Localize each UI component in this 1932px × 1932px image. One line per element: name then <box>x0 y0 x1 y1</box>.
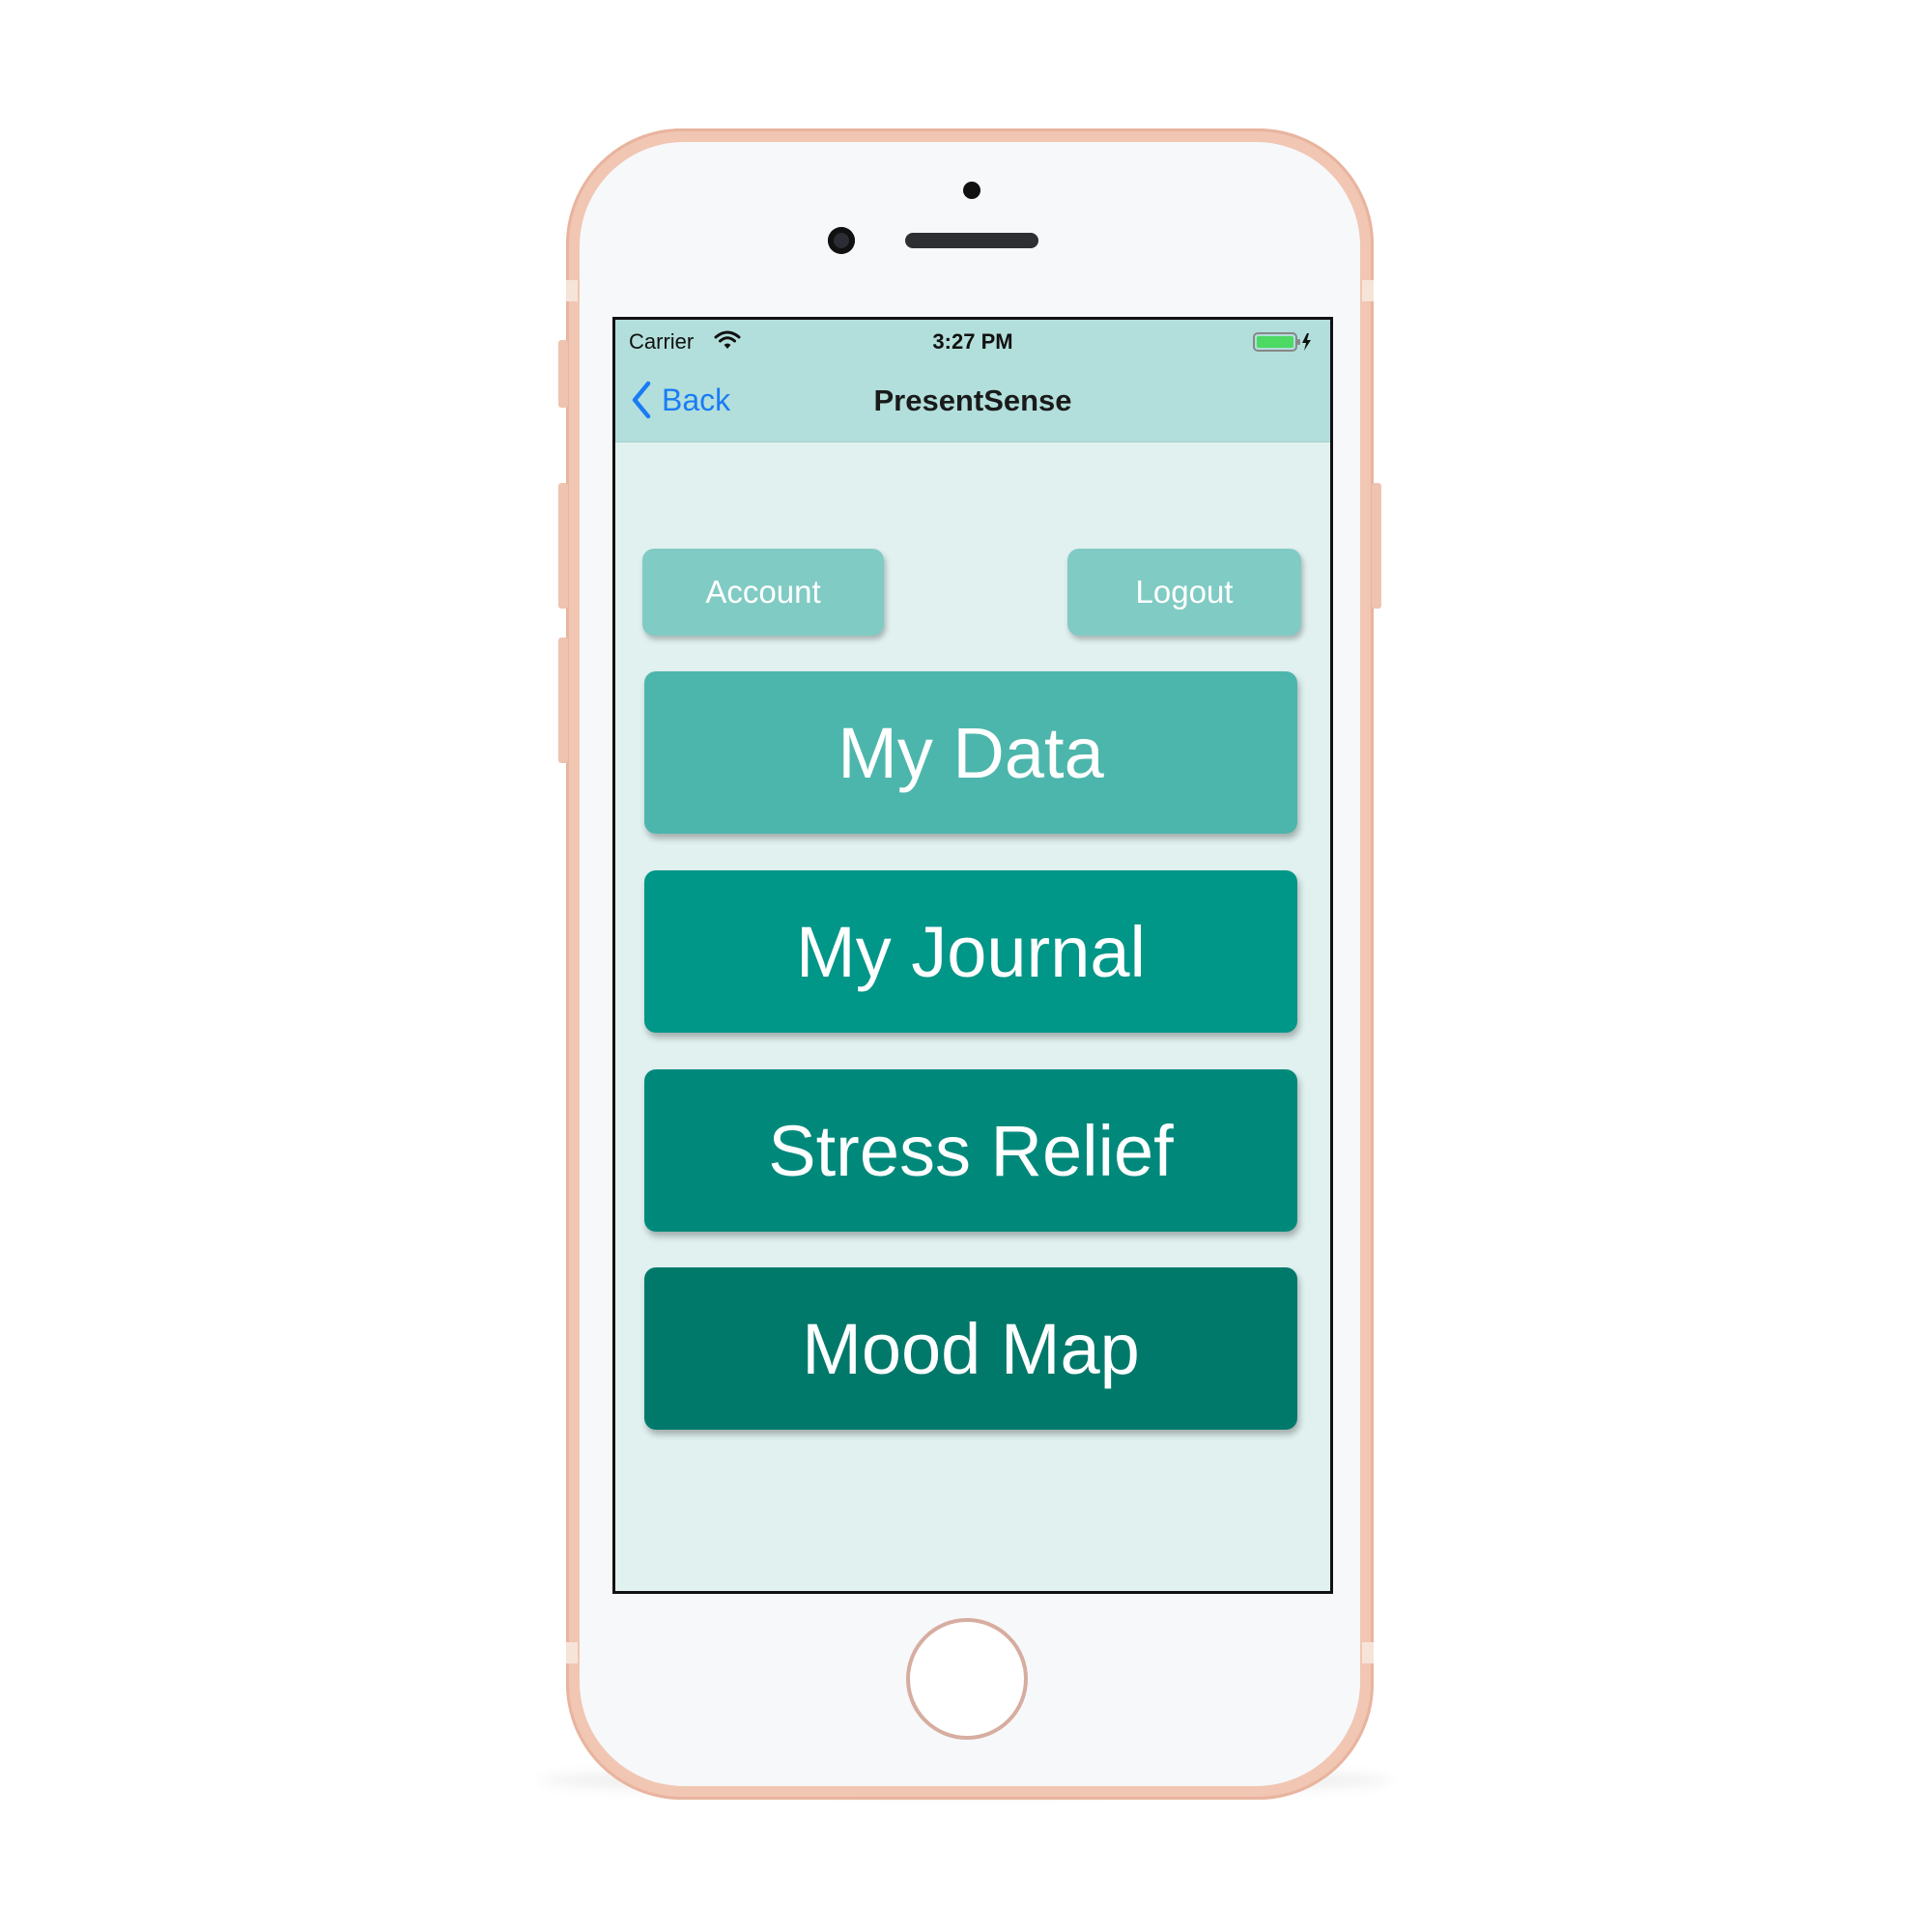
clock: 3:27 PM <box>932 329 1013 354</box>
earpiece-speaker <box>905 233 1038 248</box>
stress-relief-button[interactable]: Stress Relief <box>644 1069 1297 1232</box>
proximity-sensor <box>963 182 980 199</box>
front-camera <box>828 227 855 254</box>
battery-charging-icon <box>1253 331 1313 353</box>
antenna-band <box>1362 280 1374 301</box>
page-title: PresentSense <box>873 384 1072 417</box>
antenna-band <box>1362 1642 1374 1663</box>
logout-button[interactable]: Logout <box>1067 549 1301 636</box>
account-button[interactable]: Account <box>642 549 884 636</box>
my-data-button[interactable]: My Data <box>644 671 1297 834</box>
antenna-band <box>566 280 578 301</box>
home-button[interactable] <box>906 1618 1028 1740</box>
mute-switch <box>558 340 568 408</box>
power-button <box>1372 483 1381 609</box>
app-screen: Carrier 3:27 PM Back PresentSense Accoun… <box>612 317 1333 1594</box>
device-mockup: Carrier 3:27 PM Back PresentSense Accoun… <box>0 0 1932 1932</box>
volume-down-button <box>558 638 568 763</box>
antenna-band <box>566 1642 578 1663</box>
mood-map-button[interactable]: Mood Map <box>644 1267 1297 1430</box>
navigation-bar: Back PresentSense <box>615 360 1330 442</box>
volume-up-button <box>558 483 568 609</box>
status-bar: Carrier 3:27 PM <box>615 320 1330 360</box>
my-journal-button[interactable]: My Journal <box>644 870 1297 1033</box>
